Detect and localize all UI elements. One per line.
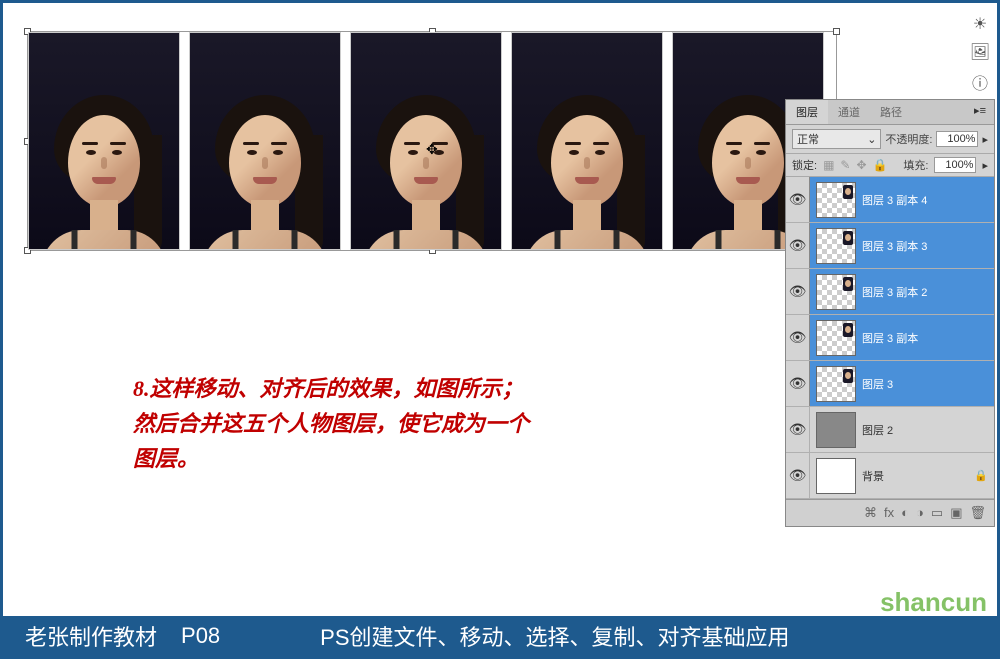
- layer-thumbnail: [816, 274, 856, 310]
- lock-icon: 🔒: [974, 469, 994, 482]
- layer-name-label: 图层 3 副本 4: [862, 192, 994, 208]
- layers-panel: 图层 通道 路径 ▸≡ 正常 ⌄ 不透明度: 100% ▸ 锁定: ▦ ✎ ✥ 🔒…: [785, 99, 995, 527]
- visibility-icon[interactable]: 👁: [786, 407, 810, 452]
- lock-row: 锁定: ▦ ✎ ✥ 🔒 填充: 100% ▸: [786, 154, 994, 177]
- layer-thumbnail: [816, 182, 856, 218]
- instruction-text: 8.这样移动、对齐后的效果，如图所示； 然后合并这五个人物图层，使它成为一个 图…: [133, 371, 529, 477]
- visibility-icon[interactable]: 👁: [786, 361, 810, 406]
- page-title: PS创建文件、移动、选择、复制、对齐基础应用: [320, 620, 789, 652]
- layer-name-label: 图层 3 副本 2: [862, 284, 994, 300]
- fill-label: 填充:: [903, 157, 928, 173]
- mask-icon[interactable]: ◐: [901, 505, 909, 521]
- blend-mode-value: 正常: [797, 131, 819, 147]
- lock-position-icon[interactable]: ✥: [856, 158, 866, 172]
- delete-icon[interactable]: 🗑: [969, 505, 986, 521]
- layer-thumbnail: [816, 412, 856, 448]
- photo-row: ✥: [28, 32, 836, 250]
- layer-row[interactable]: 👁 图层 3 副本: [786, 315, 994, 361]
- new-layer-icon[interactable]: ▣: [950, 505, 962, 521]
- lock-pixels-icon[interactable]: ✎: [840, 158, 850, 172]
- layer-thumbnail: [816, 228, 856, 264]
- panel-menu-icon[interactable]: ▸≡: [966, 100, 994, 124]
- fill-input[interactable]: 100%: [934, 157, 976, 173]
- bottom-bar: 老张制作教材 P08 PS创建文件、移动、选择、复制、对齐基础应用: [3, 616, 997, 656]
- portrait-image: [28, 32, 180, 250]
- visibility-icon[interactable]: 👁: [786, 315, 810, 360]
- layer-name-label: 图层 3: [862, 376, 994, 392]
- page-number: P08: [181, 623, 220, 649]
- adjustment-icon[interactable]: ◑: [916, 505, 924, 521]
- lock-all-icon[interactable]: 🔒: [873, 158, 888, 172]
- blend-row: 正常 ⌄ 不透明度: 100% ▸: [786, 125, 994, 154]
- portrait-image: [511, 32, 663, 250]
- watermark: shancun: [880, 587, 987, 618]
- link-layers-icon[interactable]: ⌘: [864, 505, 877, 521]
- layer-thumbnail: [816, 458, 856, 494]
- layer-name-label: 图层 2: [862, 422, 994, 438]
- fx-icon[interactable]: fx: [884, 505, 894, 521]
- chevron-right-icon[interactable]: ▸: [982, 133, 988, 146]
- image-icon[interactable]: 🖼: [970, 42, 990, 62]
- layer-row[interactable]: 👁 图层 3 副本 3: [786, 223, 994, 269]
- panel-footer: ⌘ fx ◐ ◑ ▭ ▣ 🗑: [786, 499, 994, 526]
- layer-thumbnail: [816, 366, 856, 402]
- info-icon[interactable]: ⓘ: [972, 70, 988, 94]
- tab-layers[interactable]: 图层: [786, 100, 828, 124]
- layer-row[interactable]: 👁 图层 3 副本 2: [786, 269, 994, 315]
- author-label: 老张制作教材: [25, 620, 157, 652]
- right-dock: ☀ 🖼 ⓘ: [968, 8, 992, 100]
- tab-channels[interactable]: 通道: [828, 100, 870, 124]
- layer-name-label: 图层 3 副本 3: [862, 238, 994, 254]
- layer-row[interactable]: 👁 背景🔒: [786, 453, 994, 499]
- visibility-icon[interactable]: 👁: [786, 223, 810, 268]
- blend-mode-select[interactable]: 正常 ⌄: [792, 129, 881, 149]
- opacity-label: 不透明度:: [885, 131, 932, 147]
- portrait-image: ✥: [350, 32, 502, 250]
- visibility-icon[interactable]: 👁: [786, 269, 810, 314]
- opacity-input[interactable]: 100%: [936, 131, 978, 147]
- chevron-down-icon: ⌄: [867, 133, 876, 146]
- chevron-right-icon[interactable]: ▸: [982, 159, 988, 172]
- portrait-image: [189, 32, 341, 250]
- sun-icon[interactable]: ☀: [973, 14, 987, 34]
- lock-transparent-icon[interactable]: ▦: [823, 158, 834, 172]
- tab-paths[interactable]: 路径: [870, 100, 912, 124]
- transform-handle[interactable]: [833, 28, 840, 35]
- canvas-selection[interactable]: ✥: [27, 31, 837, 251]
- folder-icon[interactable]: ▭: [931, 505, 943, 521]
- visibility-icon[interactable]: 👁: [786, 177, 810, 222]
- layer-row[interactable]: 👁 图层 3 副本 4: [786, 177, 994, 223]
- layer-name-label: 图层 3 副本: [862, 330, 994, 346]
- lock-label: 锁定:: [792, 157, 817, 173]
- layer-row[interactable]: 👁 图层 3: [786, 361, 994, 407]
- panel-tabs: 图层 通道 路径 ▸≡: [786, 100, 994, 125]
- layer-thumbnail: [816, 320, 856, 356]
- instruction-line: 然后合并这五个人物图层，使它成为一个: [133, 406, 529, 441]
- instruction-line: 8.这样移动、对齐后的效果，如图所示；: [133, 371, 529, 406]
- instruction-line: 图层。: [133, 441, 529, 476]
- visibility-icon[interactable]: 👁: [786, 453, 810, 498]
- move-cursor-icon: ✥: [426, 141, 438, 158]
- layer-name-label: 背景: [862, 468, 974, 484]
- layer-list: 👁 图层 3 副本 4 👁 图层 3 副本 3 👁 图层 3 副本 2 👁 图层 3 副本 👁 图…: [786, 177, 994, 499]
- layer-row[interactable]: 👁 图层 2: [786, 407, 994, 453]
